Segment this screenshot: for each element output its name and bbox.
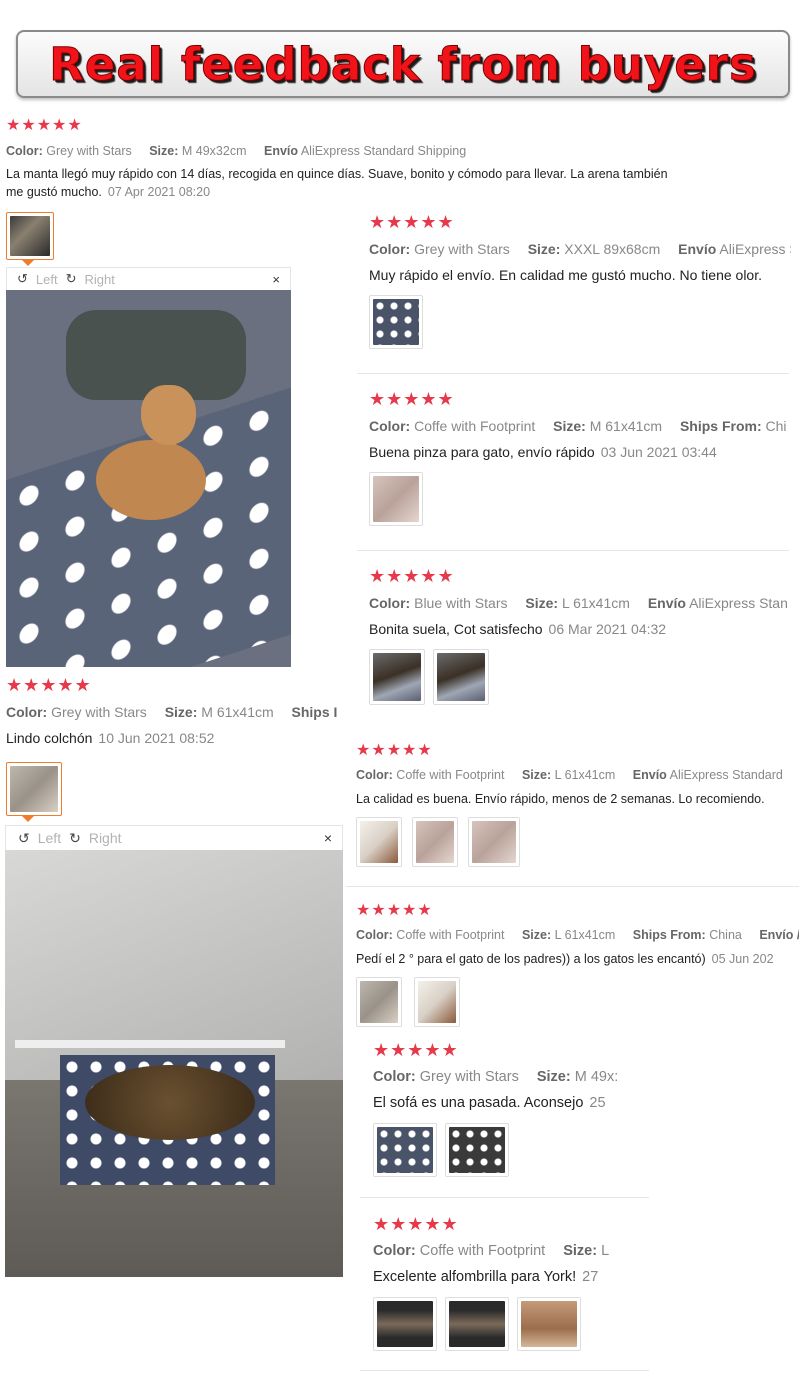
review-thumbnail[interactable] [369, 472, 423, 526]
review-text: La calidad es buena. Envío rápido, menos… [356, 792, 765, 806]
rotate-left-button[interactable]: Left [38, 830, 61, 846]
review-thumbnail[interactable] [373, 1297, 437, 1351]
review-text: Excelente alfombrilla para York! [373, 1269, 577, 1285]
review-date: 05 Jun 202 [711, 952, 774, 966]
review-thumbnail[interactable] [356, 977, 402, 1027]
review-card: ★★★★★ Color: Coffe with Footprint Size: … [356, 903, 799, 1033]
review-meta: Color: Coffe with Footprint Size: L 61x4… [356, 928, 799, 942]
review-thumbnail[interactable] [445, 1123, 509, 1177]
rating-stars: ★★★★★ [369, 213, 455, 232]
review-card: ★★★★★ Color: Grey with Stars Size: M 49x… [373, 1041, 649, 1186]
rotate-left-icon[interactable]: ↺ [18, 830, 30, 847]
review-thumbnail[interactable] [412, 817, 458, 867]
review-thumbnail[interactable] [433, 649, 489, 705]
review-text: Muy rápido el envío. En calidad me gustó… [369, 267, 762, 283]
rotate-right-button[interactable]: Right [89, 830, 122, 846]
review-thumbnail-selected[interactable] [6, 762, 62, 822]
review-meta: Color: Blue with Stars Size: L 61x41cm E… [369, 595, 788, 611]
review-thumbnail[interactable] [517, 1297, 581, 1351]
review-date: 10 Jun 2021 08:52 [98, 730, 215, 746]
review-thumbnail[interactable] [356, 817, 402, 867]
rating-stars: ★★★★★ [356, 903, 433, 919]
rating-stars: ★★★★★ [373, 1215, 459, 1234]
review-thumbnail[interactable] [369, 295, 423, 349]
rating-stars: ★★★★★ [369, 390, 455, 409]
review-date: 27 [582, 1269, 599, 1285]
close-icon[interactable]: × [272, 272, 280, 287]
review-text: Pedí el 2 ° para el gato de los padres))… [356, 952, 706, 966]
review-text: Bonita suela, Cot satisfecho [369, 621, 543, 637]
rotate-left-button[interactable]: Left [36, 272, 58, 287]
review-card: ★★★★★ Color: Coffe with Footprint Size: … [369, 390, 791, 540]
review-card: ★★★★★ Color: Coffe with Footprint Size: … [373, 1215, 649, 1360]
review-date: 06 Mar 2021 04:32 [548, 621, 667, 637]
review-photo-cat [5, 850, 343, 1277]
rating-stars: ★★★★★ [373, 1041, 459, 1060]
review-date: 07 Apr 2021 08:20 [107, 185, 211, 199]
review-card: ★★★★★ Color: Blue with Stars Size: L 61x… [369, 567, 791, 717]
review-thumbnail[interactable] [468, 817, 520, 867]
rotate-right-icon[interactable]: ↻ [69, 830, 81, 847]
review-photo-dog [6, 290, 291, 667]
review-text-2: me gustó mucho. [6, 185, 102, 199]
review-meta: Color: Coffe with Footprint Size: M 61x4… [369, 418, 787, 434]
review-card: ★★★★★ Color: Coffe with Footprint Size: … [356, 743, 799, 873]
rating-stars: ★★★★★ [6, 676, 92, 695]
rotate-left-icon[interactable]: ↺ [17, 271, 28, 287]
review-card: ★★★★★ Color: Grey with Stars Size: M 61x… [6, 676, 356, 756]
review-text: Lindo colchón [6, 730, 93, 746]
review-date: 25 [589, 1095, 606, 1111]
review-thumbnail[interactable] [369, 649, 425, 705]
rating-stars: ★★★★★ [356, 743, 433, 759]
review-meta: Color: Coffe with Footprint Size: L [373, 1243, 610, 1259]
rotate-right-icon[interactable]: ↻ [66, 271, 77, 287]
banner-title: Real feedback from buyers [49, 37, 757, 91]
review-text: El sofá es una pasada. Aconsejo [373, 1095, 584, 1111]
review-text: La manta llegó muy rápido con 14 días, r… [6, 167, 668, 181]
review-thumbnail[interactable] [373, 1123, 437, 1177]
review-thumbnail[interactable] [414, 977, 460, 1027]
rating-stars: ★★★★★ [369, 567, 455, 586]
review-text: Buena pinza para gato, envío rápido [369, 444, 595, 460]
review-meta: Color: Grey with Stars Size: M 61x41cm S… [6, 704, 338, 720]
review-meta: Color: Grey with Stars Size: M 49x: [373, 1069, 619, 1085]
banner: Real feedback from buyers [16, 30, 790, 98]
rating-stars: ★★★★★ [6, 118, 83, 134]
review-meta: Color: Coffe with Footprint Size: L 61x4… [356, 768, 783, 782]
review-card: ★★★★★ Color: Grey with Stars Size: XXXL … [369, 213, 791, 363]
review-meta: Color: Grey with Stars Size: XXXL 89x68c… [369, 241, 791, 257]
rotate-right-button[interactable]: Right [85, 272, 115, 287]
review-date: 03 Jun 2021 03:44 [600, 444, 717, 460]
review-meta: Color: Grey with Stars Size: M 49x32cm E… [6, 144, 467, 158]
close-icon[interactable]: × [324, 830, 332, 846]
review-thumbnail-selected[interactable] [6, 212, 54, 266]
review-thumbnail[interactable] [445, 1297, 509, 1351]
